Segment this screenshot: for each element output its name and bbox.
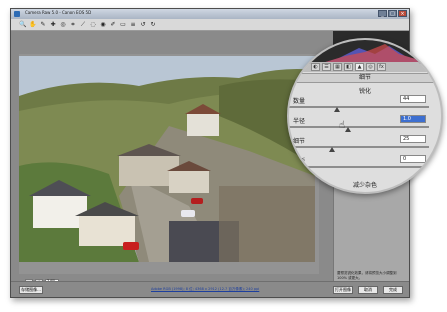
slider-label: 半径 (293, 118, 306, 125)
tab-effects[interactable]: fx (377, 63, 386, 71)
slider-thumb[interactable] (299, 167, 305, 172)
red-eye-icon[interactable]: ◉ (99, 21, 107, 29)
toolbar: 🔍 ✋ ✎ ✚ ◎ ⌗ ⟋ ◌ ◉ ✐ ▭ ≡ ↺ ↻ (11, 19, 409, 31)
workflow-options-link[interactable]: Adobe RGB (1998); 8 位; 4368 x 2912 (12.7… (151, 287, 259, 292)
maximize-button[interactable]: □ (388, 10, 397, 17)
noise-reduction-section-title: 减少杂色 (352, 182, 377, 189)
sharpen-preview-note: 要预览锐化效果，请将预览大小调整到 100% 或更大。 (337, 271, 397, 280)
hand-cursor-icon: ☝ (339, 120, 346, 131)
slider-value-field[interactable]: 44 (400, 95, 426, 103)
slider-track[interactable] (289, 126, 429, 128)
open-image-button[interactable]: 打开图像 (333, 286, 353, 294)
close-button[interactable]: × (398, 10, 407, 17)
eyedropper-icon[interactable]: ✎ (39, 21, 47, 29)
preview-photo[interactable] (19, 56, 315, 262)
tab-basic[interactable]: ◐ (311, 63, 320, 71)
save-image-button[interactable]: 存储图像... (19, 286, 43, 294)
slider-track[interactable] (289, 166, 429, 168)
detail-panel-magnifier: ◐ ☰ ▦ ◧ ▲ ◎ fx 细节 锐化 数量 44 半径 1.0 细节 25 蒙版 0 ☝ 减少杂色 (287, 38, 443, 194)
window-title: Camera Raw 5.0 - Canon EOS 5D (25, 10, 92, 15)
spot-removal-icon[interactable]: ◌ (89, 21, 97, 29)
bottom-bar: 存储图像... Adobe RGB (1998); 8 位; 4368 x 29… (11, 281, 409, 297)
slider-thumb[interactable] (333, 107, 340, 112)
tab-tone-curve[interactable]: ☰ (322, 63, 331, 71)
preferences-icon[interactable]: ≡ (129, 21, 137, 29)
slider-value-field[interactable]: 25 (400, 135, 426, 143)
slider-label: 蒙版 (293, 158, 306, 165)
graduated-filter-icon[interactable]: ▭ (119, 21, 127, 29)
adjustment-brush-icon[interactable]: ✐ (109, 21, 117, 29)
hand-icon[interactable]: ✋ (29, 21, 37, 29)
dialog-buttons: 打开图像 取消 完成 (333, 286, 403, 294)
zoom-icon[interactable]: 🔍 (19, 21, 27, 29)
slider-thumb[interactable] (344, 127, 351, 132)
rotate-cw-icon[interactable]: ↻ (149, 21, 157, 29)
slider-label: 数量 (293, 98, 306, 105)
slider-thumb[interactable] (329, 147, 335, 152)
camera-raw-app-icon (14, 11, 20, 17)
slider-track[interactable] (289, 106, 429, 108)
panel-tabs: ◐ ☰ ▦ ◧ ▲ ◎ fx (289, 62, 441, 72)
minimize-button[interactable]: _ (378, 10, 387, 17)
tab-hsl[interactable]: ▦ (333, 63, 342, 71)
tab-split-toning[interactable]: ◧ (344, 63, 353, 71)
magnified-histogram (289, 40, 441, 64)
rotate-ccw-icon[interactable]: ↺ (139, 21, 147, 29)
window-controls: _ □ × (378, 10, 407, 17)
detail-panel-header: 细节 (289, 73, 441, 83)
slider-value-field[interactable]: 0 (400, 155, 426, 163)
slider-track[interactable] (289, 146, 429, 148)
slider-label: 细节 (293, 138, 306, 145)
straighten-icon[interactable]: ⟋ (79, 21, 87, 29)
title-bar[interactable]: Camera Raw 5.0 - Canon EOS 5D _ □ × (11, 9, 409, 19)
done-button[interactable]: 完成 (383, 286, 403, 294)
target-adjust-icon[interactable]: ◎ (59, 21, 67, 29)
color-sampler-icon[interactable]: ✚ (49, 21, 57, 29)
tool-list: 🔍 ✋ ✎ ✚ ◎ ⌗ ⟋ ◌ ◉ ✐ ▭ ≡ ↺ ↻ (19, 21, 157, 29)
slider-value-field[interactable]: 1.0 (400, 115, 426, 123)
sharpening-section-title: 锐化 (358, 88, 371, 95)
crop-icon[interactable]: ⌗ (69, 21, 77, 29)
tab-detail[interactable]: ▲ (355, 63, 364, 71)
tab-lens[interactable]: ◎ (366, 63, 375, 71)
cancel-button[interactable]: 取消 (358, 286, 378, 294)
